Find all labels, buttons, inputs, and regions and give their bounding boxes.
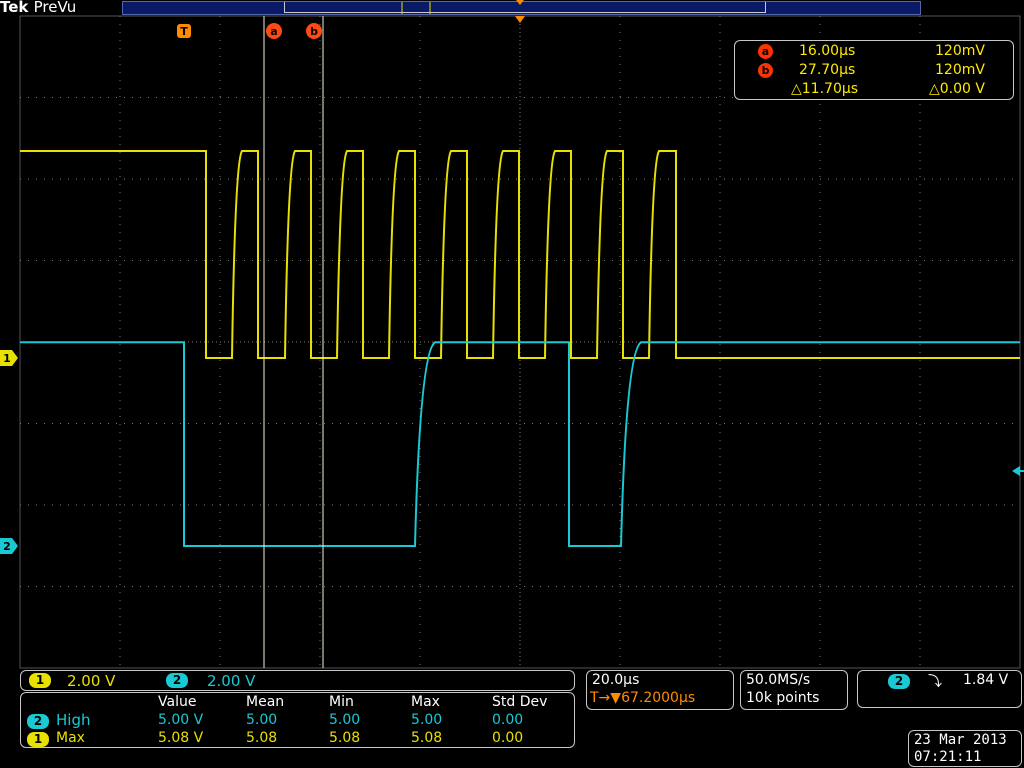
ch1-ground-marker: 1 [0,350,18,366]
ch2-scale[interactable]: 2.00 V [207,672,255,690]
acquisition-panel[interactable]: 50.0MS/s 10k points [740,670,848,710]
waveform-traces [20,149,1020,547]
cursor-b-marker-text: b [310,25,318,38]
meas-row1-name[interactable]: High [56,711,90,729]
cursor-b-time: 27.70µs [799,62,856,78]
meas-row2-value: 5.08 V [158,730,204,746]
trigger-panel[interactable]: 2 ⤵ 1.84 V [857,670,1022,708]
trigger-position-icon: T→▼ [590,690,622,706]
ch2-badge[interactable]: 2 [166,673,188,688]
meas-header-max: Max [411,694,440,710]
channel-scale-bar[interactable]: 1 2.00 V 2 2.00 V [20,670,575,691]
oscilloscope-display: a bT12 [0,0,1024,669]
cursor-b-marker: b [306,23,322,39]
time-label: 07:21:11 [914,749,982,765]
meas-header-mean: Mean [246,694,285,710]
trigger-position[interactable]: T→▼67.2000µs [590,690,695,706]
expansion-point-icon [515,16,525,23]
trigger-time-marker: T [177,24,191,38]
trigger-source-badge: 2 [888,674,910,689]
meas-row1-value: 5.00 V [158,712,204,728]
meas-row1-min: 5.00 [329,712,361,728]
cursor-a-volts: 120mV [935,43,985,59]
measurement-panel: Value Mean Min Max Std Dev 2 High 5.00 V… [20,692,575,748]
cursor-b-volts: 120mV [935,62,985,78]
record-length: 10k points [746,690,820,706]
meas-row1-mean: 5.00 [246,712,278,728]
ch1-trace [20,149,1020,359]
meas-row2-mean: 5.08 [246,730,278,746]
ch1-scale[interactable]: 2.00 V [67,672,115,690]
meas-row2-stddev: 0.00 [492,730,524,746]
meas-header-min: Min [329,694,354,710]
cursor-a-marker-text: a [270,25,277,38]
cursor-delta-time: △11.70µs [791,81,859,97]
meas-row2-max: 5.08 [411,730,443,746]
meas-row2-name[interactable]: Max [56,730,85,746]
ch2-ground-marker-text: 2 [3,540,11,553]
cursor-a-time: 16.00µs [799,43,856,59]
meas-row1-stddev: 0.00 [492,712,524,728]
cursor-a-icon: a [758,44,773,59]
trigger-position-value: 67.2000µs [621,690,696,706]
ch1-badge[interactable]: 1 [29,673,51,688]
cursor-b-icon: b [758,63,773,78]
time-per-div[interactable]: 20.0µs [592,672,639,688]
cursor-delta-volts: △0.00 V [929,81,985,97]
ch2-ground-marker: 2 [0,538,18,554]
record-trigger-icon [516,0,524,5]
meas-row2-min: 5.08 [329,730,361,746]
horizontal-panel[interactable]: 20.0µs T→▼67.2000µs [586,670,734,710]
falling-edge-icon: ⤵ [928,674,942,690]
sample-rate: 50.0MS/s [746,672,811,688]
meas-header-stddev: Std Dev [492,694,548,710]
date-label: 23 Mar 2013 [914,732,1007,748]
meas-header-value: Value [158,694,197,710]
cursor-a-marker: a [266,23,282,39]
trigger-time-marker-text: T [180,25,188,38]
cursor-readout: a 16.00µs 120mV b 27.70µs 120mV △11.70µs… [734,40,1014,100]
trigger-level[interactable]: 1.84 V [963,672,1008,688]
meas-row1-max: 5.00 [411,712,443,728]
datetime-panel: 23 Mar 2013 07:21:11 [908,730,1022,767]
meas-row1-badge: 2 [27,714,49,729]
ch1-ground-marker-text: 1 [3,352,11,365]
meas-row2-badge: 1 [27,732,49,747]
